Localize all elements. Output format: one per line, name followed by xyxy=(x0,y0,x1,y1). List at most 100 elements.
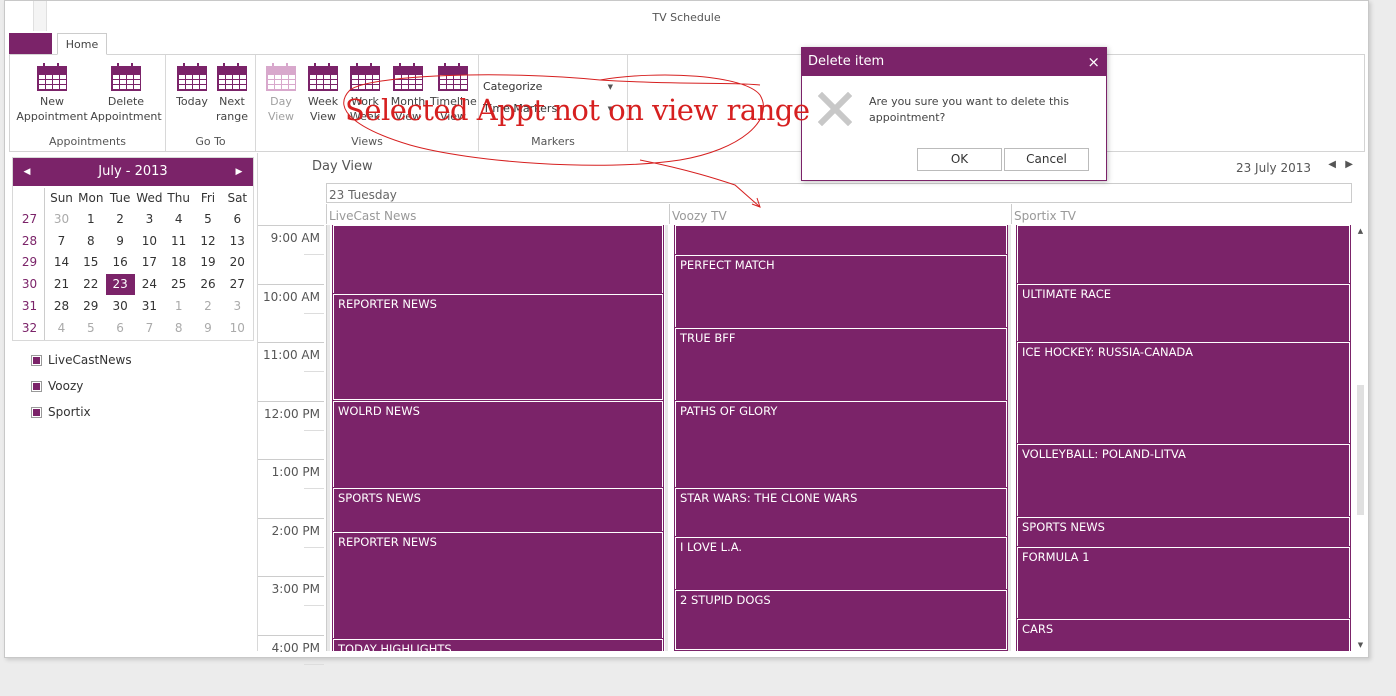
appointment[interactable]: SPORTS NEWS xyxy=(333,488,663,532)
calendar-day[interactable]: 27 xyxy=(223,274,252,295)
calendar-day[interactable]: 2 xyxy=(106,209,135,230)
week-number-divider xyxy=(44,188,45,340)
week-number: 32 xyxy=(21,320,38,335)
vertical-scrollbar[interactable]: ▲ ▼ xyxy=(1355,225,1366,651)
day-name: Fri xyxy=(200,191,216,205)
appointment[interactable]: I LOVE L.A. xyxy=(675,537,1007,590)
next-range-icon xyxy=(217,63,247,91)
calendar-day[interactable]: 10 xyxy=(135,231,164,252)
appointment[interactable]: TODAY HIGHLIGHTS xyxy=(333,639,663,651)
calendar-day[interactable]: 1 xyxy=(76,209,105,230)
calendar-day[interactable]: 3 xyxy=(223,296,252,317)
scroll-down-icon[interactable]: ▼ xyxy=(1355,641,1366,649)
column-header-livecast: LiveCast News xyxy=(326,204,669,224)
next-month-icon[interactable]: ▶ xyxy=(229,158,249,186)
calendar-day[interactable]: 21 xyxy=(47,274,76,295)
file-tab[interactable] xyxy=(9,33,52,54)
group-label-appointments: Appointments xyxy=(48,135,127,148)
calendar-day[interactable]: 18 xyxy=(164,252,193,273)
tab-home[interactable]: Home xyxy=(57,33,107,55)
prev-day-icon[interactable]: ◀ xyxy=(1328,159,1336,170)
appointment[interactable]: PATHS OF GLORY xyxy=(675,401,1007,488)
calendar-day[interactable]: 25 xyxy=(164,274,193,295)
today-button[interactable]: Today xyxy=(172,63,212,109)
calendar-day[interactable]: 4 xyxy=(47,318,76,339)
calendar-day[interactable]: 10 xyxy=(223,318,252,339)
hour-line xyxy=(258,576,324,577)
calendar-day[interactable]: 7 xyxy=(135,318,164,339)
scroll-up-icon[interactable]: ▲ xyxy=(1355,227,1366,235)
checkbox-icon[interactable] xyxy=(31,407,42,418)
calendar-day[interactable]: 8 xyxy=(164,318,193,339)
calendar-day[interactable]: 6 xyxy=(223,209,252,230)
delete-appointment-button[interactable]: Delete Appointment xyxy=(90,63,162,124)
appointment[interactable]: TRUE BFF xyxy=(675,328,1007,401)
appointment[interactable] xyxy=(1017,225,1350,284)
checkbox-icon[interactable] xyxy=(31,355,42,366)
calendar-day[interactable]: 11 xyxy=(164,231,193,252)
calendar-day[interactable]: 29 xyxy=(76,296,105,317)
column-header-sportix: Sportix TV xyxy=(1011,204,1352,224)
calendar-day[interactable]: 31 xyxy=(135,296,164,317)
appointment[interactable]: WOLRD NEWS xyxy=(333,401,663,488)
time-ruler: 9:00 AM 10:00 AM 11:00 AM 12:00 PM 1:00 PM 2:… xyxy=(258,225,326,665)
calendar-day[interactable]: 13 xyxy=(223,231,252,252)
calendar-day[interactable]: 15 xyxy=(76,252,105,273)
scrollbar-thumb[interactable] xyxy=(1357,385,1364,515)
appointment[interactable]: VOLLEYBALL: POLAND-LITVA xyxy=(1017,444,1350,517)
next-day-icon[interactable]: ▶ xyxy=(1345,159,1353,170)
calendar-day[interactable]: 30 xyxy=(106,296,135,317)
new-appointment-button[interactable]: New Appointment xyxy=(16,63,88,124)
calendar-day[interactable]: 3 xyxy=(135,209,164,230)
appointment[interactable]: ULTIMATE RACE xyxy=(1017,284,1350,342)
calendar-day[interactable]: 19 xyxy=(194,252,223,273)
calendar-day[interactable]: 2 xyxy=(194,296,223,317)
appointment[interactable]: 2 STUPID DOGS xyxy=(675,590,1007,650)
calendar-day[interactable]: 12 xyxy=(194,231,223,252)
calendar-day[interactable]: 5 xyxy=(76,318,105,339)
calendar-day[interactable]: 14 xyxy=(47,252,76,273)
calendar-day[interactable]: 28 xyxy=(47,296,76,317)
appointment[interactable]: PERFECT MATCH xyxy=(675,255,1007,328)
close-icon[interactable]: × xyxy=(1087,48,1100,76)
calendar-day[interactable]: 16 xyxy=(106,252,135,273)
calendar-day[interactable]: 1 xyxy=(164,296,193,317)
ribbon-group-appointments: New Appointment Delete Appointment Appoi… xyxy=(10,55,166,151)
next-range-button[interactable]: Next range xyxy=(212,63,252,124)
day-view-button[interactable]: Day View xyxy=(260,63,302,124)
appointment[interactable]: ICE HOCKEY: RUSSIA-CANADA xyxy=(1017,342,1350,444)
calendar-day[interactable]: 26 xyxy=(194,274,223,295)
appointment[interactable] xyxy=(333,225,663,294)
calendar-day[interactable]: 22 xyxy=(76,274,105,295)
mini-calendar-header: ◀ July - 2013 ▶ xyxy=(13,158,253,186)
calendar-day[interactable]: 4 xyxy=(164,209,193,230)
appointment[interactable]: REPORTER NEWS xyxy=(333,294,663,400)
appointment[interactable]: REPORTER NEWS xyxy=(333,532,663,639)
ok-button[interactable]: OK xyxy=(917,148,1002,171)
calendar-day[interactable]: 30 xyxy=(47,209,76,230)
half-hour-line xyxy=(304,371,324,373)
day-name: Thu xyxy=(167,191,190,205)
calendar-day[interactable]: 23 xyxy=(105,274,135,296)
cancel-button[interactable]: Cancel xyxy=(1004,148,1089,171)
appointment[interactable]: FORMULA 1 xyxy=(1017,547,1350,619)
appointment[interactable]: STAR WARS: THE CLONE WARS xyxy=(675,488,1007,537)
appointment[interactable] xyxy=(675,225,1007,255)
calendar-day[interactable]: 17 xyxy=(135,252,164,273)
calendar-day[interactable]: 9 xyxy=(106,231,135,252)
calendar-day[interactable]: 9 xyxy=(194,318,223,339)
time-label: 3:00 PM xyxy=(271,582,320,596)
column-header-voozy: Voozy TV xyxy=(669,204,1011,224)
calendar-day[interactable]: 7 xyxy=(47,231,76,252)
checkbox-icon[interactable] xyxy=(31,381,42,392)
calendar-day[interactable]: 24 xyxy=(135,274,164,295)
appointment[interactable]: SPORTS NEWS xyxy=(1017,517,1350,547)
week-view-button[interactable]: Week View xyxy=(302,63,344,124)
calendar-day[interactable]: 6 xyxy=(106,318,135,339)
prev-month-icon[interactable]: ◀ xyxy=(17,158,37,186)
calendar-day[interactable]: 20 xyxy=(223,252,252,273)
calendar-day[interactable]: 5 xyxy=(194,209,223,230)
column-divider xyxy=(1008,225,1011,651)
calendar-day[interactable]: 8 xyxy=(76,231,105,252)
appointment[interactable]: CARS xyxy=(1017,619,1350,651)
